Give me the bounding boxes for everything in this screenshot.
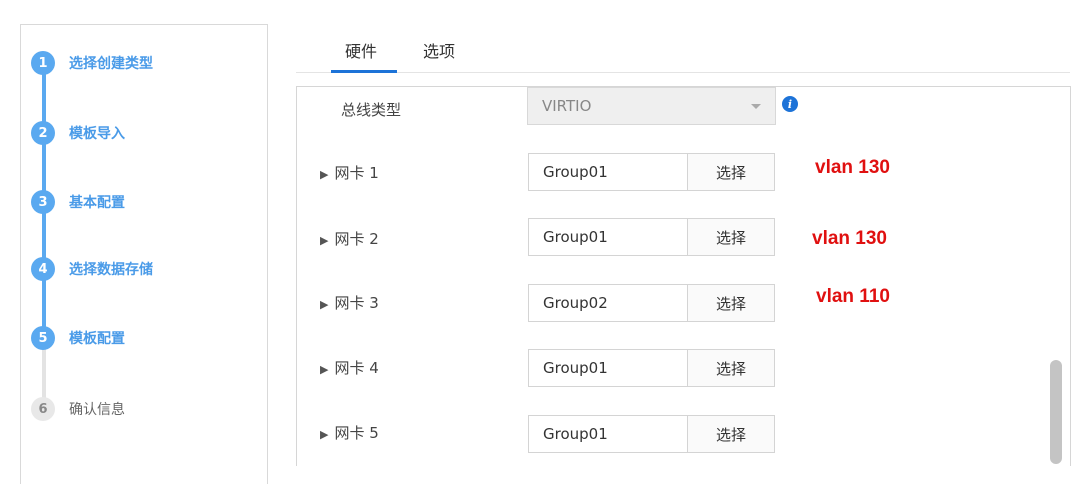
- nic-label: 网卡 3: [334, 294, 379, 312]
- nic-group-field[interactable]: Group02: [528, 284, 688, 322]
- vlan-annotation: vlan 130: [812, 228, 887, 249]
- info-icon[interactable]: i: [782, 96, 798, 112]
- step-label: 选择数据存储: [69, 262, 153, 278]
- step-label: 模板导入: [69, 126, 125, 142]
- triangle-right-icon: ▶: [320, 234, 329, 247]
- nic-select-button[interactable]: 选择: [687, 349, 775, 387]
- vertical-scrollbar[interactable]: [1050, 360, 1062, 464]
- nic-row-label[interactable]: ▶ 网卡 3: [320, 292, 379, 313]
- nic-group-field[interactable]: Group01: [528, 349, 688, 387]
- nic-row-label[interactable]: ▶ 网卡 2: [320, 228, 379, 249]
- step-2[interactable]: 2 模板导入: [31, 120, 125, 146]
- triangle-right-icon: ▶: [320, 428, 329, 441]
- bus-type-label: 总线类型: [341, 101, 402, 119]
- step-number: 3: [31, 190, 55, 214]
- nic-label: 网卡 1: [334, 164, 379, 182]
- step-1[interactable]: 1 选择创建类型: [31, 50, 153, 76]
- step-label: 确认信息: [69, 402, 125, 418]
- bus-type-value: VIRTIO: [542, 97, 592, 115]
- step-6[interactable]: 6 确认信息: [31, 396, 125, 422]
- step-number: 6: [31, 397, 55, 421]
- nic-label: 网卡 2: [334, 230, 379, 248]
- triangle-right-icon: ▶: [320, 363, 329, 376]
- nic-select-button[interactable]: 选择: [687, 415, 775, 453]
- vlan-annotation: vlan 110: [816, 286, 890, 307]
- nic-select-button[interactable]: 选择: [687, 153, 775, 191]
- step-number: 4: [31, 257, 55, 281]
- step-4[interactable]: 4 选择数据存储: [31, 256, 153, 282]
- tab-options[interactable]: 选项: [423, 38, 455, 62]
- nic-label: 网卡 5: [334, 424, 379, 442]
- nic-select-button[interactable]: 选择: [687, 284, 775, 322]
- step-label: 选择创建类型: [69, 56, 153, 72]
- nic-select-button[interactable]: 选择: [687, 218, 775, 256]
- vlan-annotation: vlan 130: [815, 157, 890, 178]
- nic-group-field[interactable]: Group01: [528, 153, 688, 191]
- nic-group-field[interactable]: Group01: [528, 415, 688, 453]
- step-label: 模板配置: [69, 331, 125, 347]
- triangle-right-icon: ▶: [320, 298, 329, 311]
- step-number: 5: [31, 326, 55, 350]
- active-tab-indicator: [331, 70, 397, 73]
- nic-row-label[interactable]: ▶ 网卡 5: [320, 422, 379, 443]
- tab-hardware[interactable]: 硬件: [345, 38, 377, 62]
- tab-bar: [296, 28, 1070, 73]
- nic-group-field[interactable]: Group01: [528, 218, 688, 256]
- triangle-right-icon: ▶: [320, 168, 329, 181]
- nic-label: 网卡 4: [334, 359, 379, 377]
- nic-row-label[interactable]: ▶ 网卡 1: [320, 162, 379, 183]
- bus-type-select[interactable]: VIRTIO: [527, 87, 776, 125]
- step-number: 2: [31, 121, 55, 145]
- step-5[interactable]: 5 模板配置: [31, 325, 125, 351]
- hardware-panel: [296, 86, 1071, 466]
- nic-row-label[interactable]: ▶ 网卡 4: [320, 357, 379, 378]
- step-number: 1: [31, 51, 55, 75]
- chevron-down-icon: [751, 104, 761, 109]
- step-3[interactable]: 3 基本配置: [31, 189, 125, 215]
- step-label: 基本配置: [69, 195, 125, 211]
